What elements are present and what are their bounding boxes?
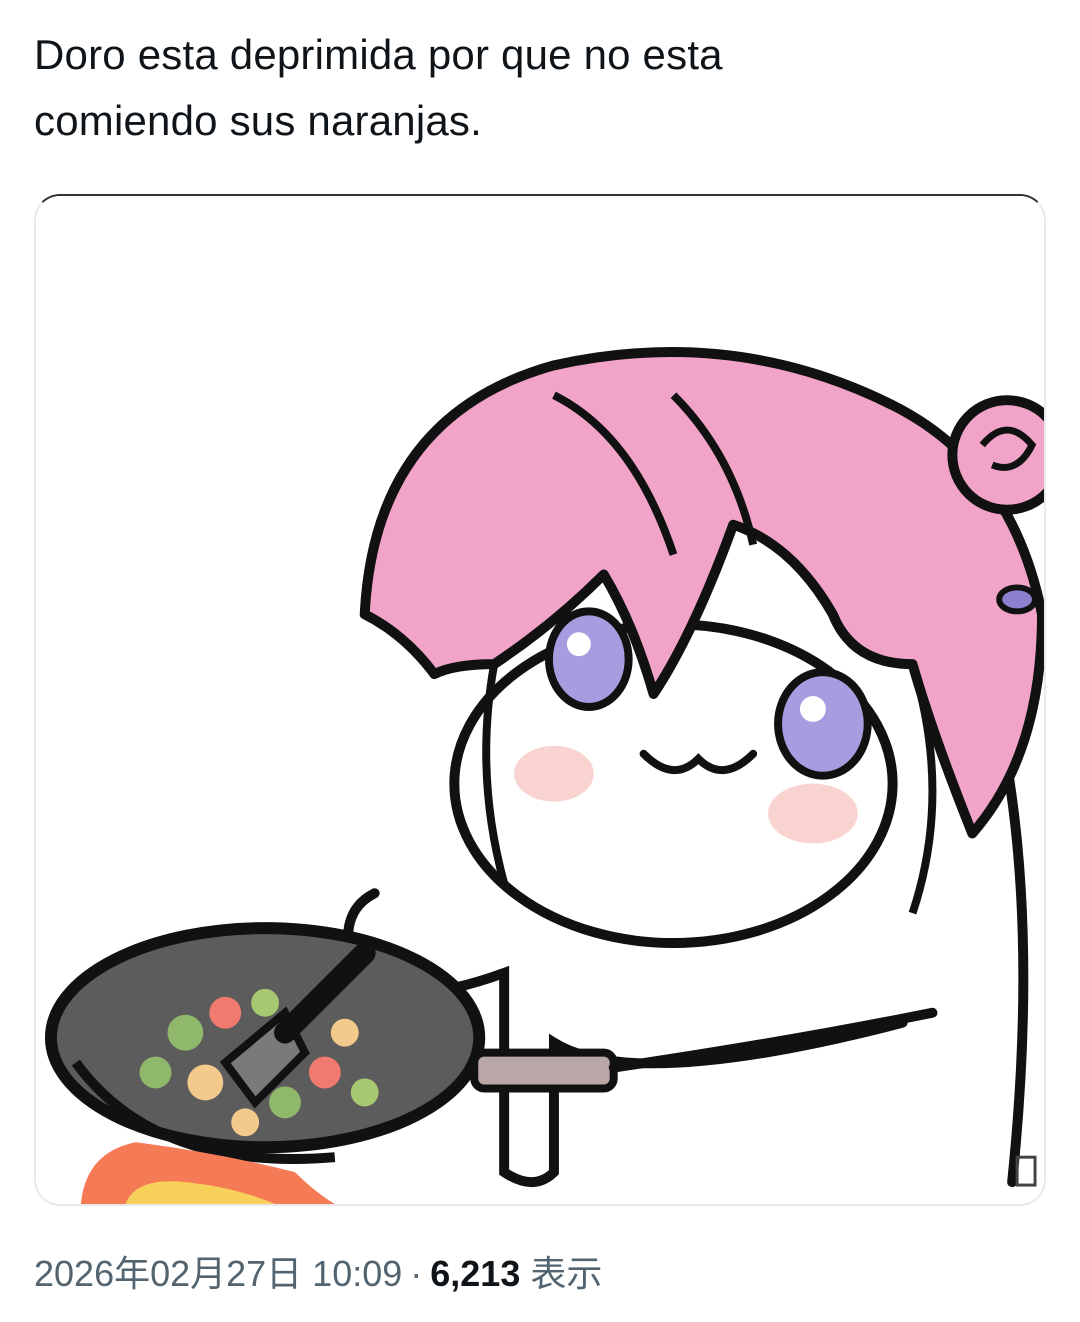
views-label: 表示 — [530, 1253, 603, 1294]
tweet-text: Doro esta deprimida por que no esta comi… — [34, 31, 723, 144]
hair-clip — [996, 584, 1039, 615]
tweet-meta: 2026年02月27日 10:09 · 6,213 表示 — [34, 1250, 602, 1298]
pan-handle — [470, 1048, 618, 1093]
cheek-right — [768, 783, 858, 844]
eye-left — [544, 607, 633, 711]
meta-separator: · — [410, 1253, 423, 1294]
views-count[interactable]: 6,213 — [430, 1253, 520, 1294]
cheek-left — [514, 745, 594, 802]
eye-right — [774, 668, 872, 780]
tweet-media-image[interactable] — [34, 194, 1046, 1206]
doro-cooking-illustration — [36, 196, 1044, 1204]
tweet-timestamp[interactable]: 2026年02月27日 10:09 — [34, 1253, 402, 1294]
